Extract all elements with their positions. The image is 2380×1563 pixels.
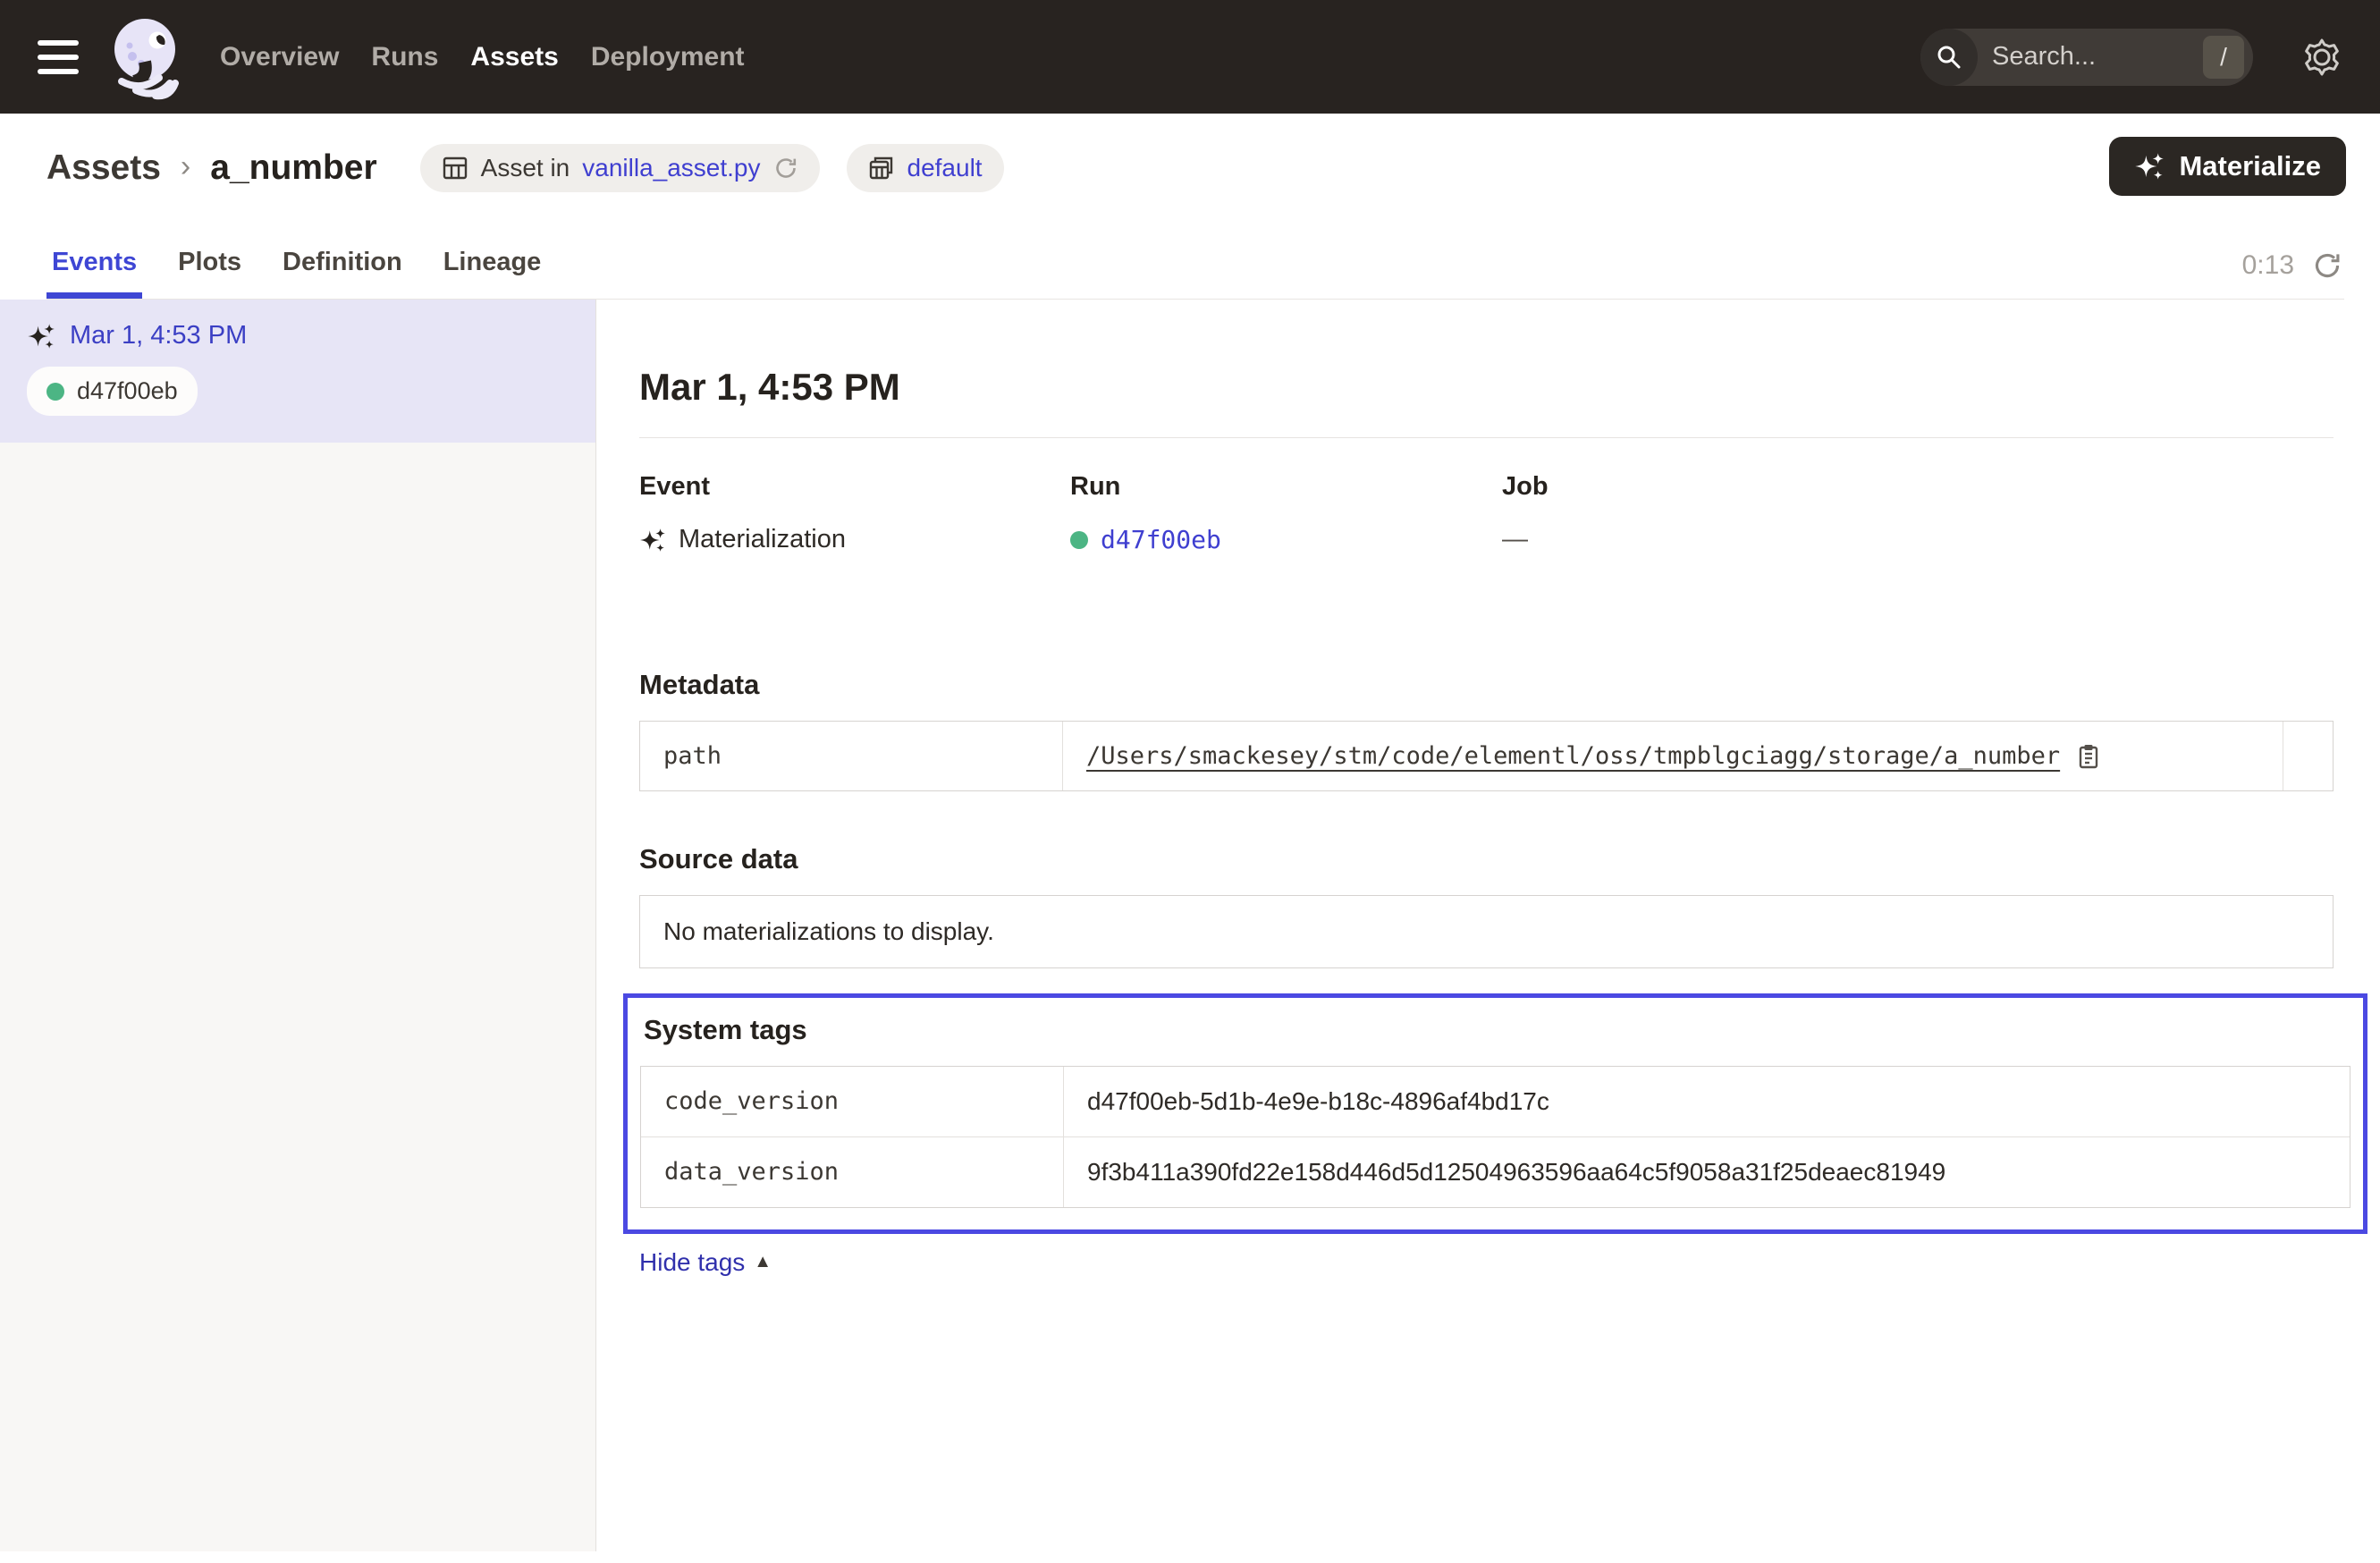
job-empty-value: —	[1502, 525, 1528, 554]
source-data-empty-message: No materializations to display.	[639, 895, 2334, 968]
event-column: Event Materialization	[639, 472, 1070, 554]
asset-file-link[interactable]: vanilla_asset.py	[582, 154, 760, 182]
run-status-dot	[46, 383, 64, 401]
table-row: code_version d47f00eb-5d1b-4e9e-b18c-489…	[641, 1067, 2350, 1136]
metadata-path-link[interactable]: /Users/smackesey/stm/code/elementl/oss/t…	[1086, 742, 2060, 770]
system-tag-value: 9f3b411a390fd22e158d446d5d12504963596aa6…	[1064, 1137, 2350, 1207]
table-row: data_version 9f3b411a390fd22e158d446d5d1…	[641, 1136, 2350, 1207]
primary-nav: Overview Runs Assets Deployment	[220, 42, 745, 72]
run-status-dot	[1070, 531, 1088, 549]
event-label: Event	[639, 472, 1070, 502]
breadcrumb: Assets › a_number Asset in vanilla_ass	[46, 140, 2344, 196]
top-nav: Overview Runs Assets Deployment /	[0, 0, 2380, 114]
job-label: Job	[1502, 472, 2334, 502]
copy-icon[interactable]	[2076, 743, 2101, 770]
settings-gear-icon[interactable]	[2301, 37, 2342, 78]
system-tag-key: code_version	[641, 1067, 1064, 1136]
event-list-item[interactable]: Mar 1, 4:53 PM d47f00eb	[0, 300, 595, 443]
event-type-value: Materialization	[679, 525, 846, 554]
group-default-link[interactable]: default	[907, 154, 983, 182]
system-tag-key: data_version	[641, 1137, 1064, 1207]
collapse-caret-icon: ▲	[754, 1252, 772, 1272]
run-id-link[interactable]: d47f00eb	[1101, 525, 1221, 554]
reload-definition-icon[interactable]	[773, 156, 798, 181]
search-shortcut-key: /	[2203, 36, 2244, 79]
system-tag-value: d47f00eb-5d1b-4e9e-b18c-4896af4bd17c	[1064, 1067, 2350, 1136]
metadata-key: path	[640, 722, 1063, 790]
hide-tags-link[interactable]: Hide tags ▲	[639, 1248, 772, 1277]
run-id-label: d47f00eb	[77, 377, 178, 405]
tab-events[interactable]: Events	[46, 241, 142, 299]
hide-tags-label: Hide tags	[639, 1248, 745, 1277]
event-detail-panel: Mar 1, 4:53 PM Event Materializatio	[596, 300, 2380, 1551]
repo-grid-icon	[868, 155, 895, 182]
events-sidebar: Mar 1, 4:53 PM d47f00eb	[0, 300, 596, 1551]
nav-item-runs[interactable]: Runs	[371, 42, 438, 72]
search-input[interactable]	[1978, 42, 2203, 72]
search-icon	[1920, 29, 1978, 86]
system-tags-highlight-box: System tags code_version d47f00eb-5d1b-4…	[623, 993, 2367, 1234]
global-search[interactable]: /	[1920, 29, 2253, 86]
metadata-title: Metadata	[639, 669, 2334, 701]
divider	[639, 437, 2334, 438]
metadata-section: Metadata path /Users/smackesey/stm/code/…	[639, 669, 2334, 791]
metadata-action-cell	[2283, 722, 2333, 790]
event-detail-heading: Mar 1, 4:53 PM	[639, 366, 2334, 409]
dagster-logo-icon[interactable]	[105, 13, 188, 101]
asset-tabs: Events Plots Definition Lineage 0:13	[46, 241, 2344, 300]
job-column: Job —	[1502, 472, 2334, 554]
asset-location-prefix: Asset in	[481, 154, 570, 182]
breadcrumb-separator: ›	[181, 149, 190, 184]
event-timestamp-link[interactable]: Mar 1, 4:53 PM	[70, 321, 247, 351]
metadata-table: path /Users/smackesey/stm/code/elementl/…	[639, 721, 2334, 791]
materialization-sparkle-icon	[27, 322, 55, 351]
nav-item-deployment[interactable]: Deployment	[591, 42, 745, 72]
asset-name-title: a_number	[210, 148, 376, 188]
table-row: path /Users/smackesey/stm/code/elementl/…	[640, 722, 2333, 790]
refresh-countdown: 0:13	[2242, 250, 2294, 281]
app-window: Overview Runs Assets Deployment /	[0, 0, 2380, 1563]
run-column: Run d47f00eb	[1070, 472, 1502, 554]
breadcrumb-assets-link[interactable]: Assets	[46, 148, 161, 188]
refresh-icon[interactable]	[2312, 250, 2342, 281]
tab-lineage[interactable]: Lineage	[438, 241, 547, 299]
system-tags-table: code_version d47f00eb-5d1b-4e9e-b18c-489…	[640, 1066, 2350, 1208]
nav-item-assets[interactable]: Assets	[470, 42, 558, 72]
sparkle-icon	[2134, 151, 2165, 182]
nav-item-overview[interactable]: Overview	[220, 42, 339, 72]
asset-location-badge: Asset in vanilla_asset.py	[420, 144, 820, 192]
tab-definition[interactable]: Definition	[277, 241, 408, 299]
materialize-button[interactable]: Materialize	[2109, 137, 2346, 196]
run-label: Run	[1070, 472, 1502, 502]
refresh-timer: 0:13	[2242, 250, 2344, 299]
content-area: Mar 1, 4:53 PM d47f00eb Mar 1, 4:53 PM E…	[0, 300, 2380, 1551]
materialization-sparkle-icon	[639, 527, 666, 553]
source-data-section: Source data No materializations to displ…	[639, 843, 2334, 968]
tab-plots[interactable]: Plots	[173, 241, 247, 299]
group-badge: default	[847, 144, 1004, 192]
table-grid-icon	[442, 155, 468, 182]
page-header: Assets › a_number Asset in vanilla_ass	[0, 114, 2380, 300]
system-tags-title: System tags	[644, 1014, 2350, 1046]
source-data-title: Source data	[639, 843, 2334, 875]
run-id-badge[interactable]: d47f00eb	[27, 367, 198, 416]
hamburger-menu-icon[interactable]	[38, 40, 79, 74]
materialize-button-label: Materialize	[2179, 150, 2321, 182]
event-summary-columns: Event Materialization Run	[639, 472, 2334, 554]
